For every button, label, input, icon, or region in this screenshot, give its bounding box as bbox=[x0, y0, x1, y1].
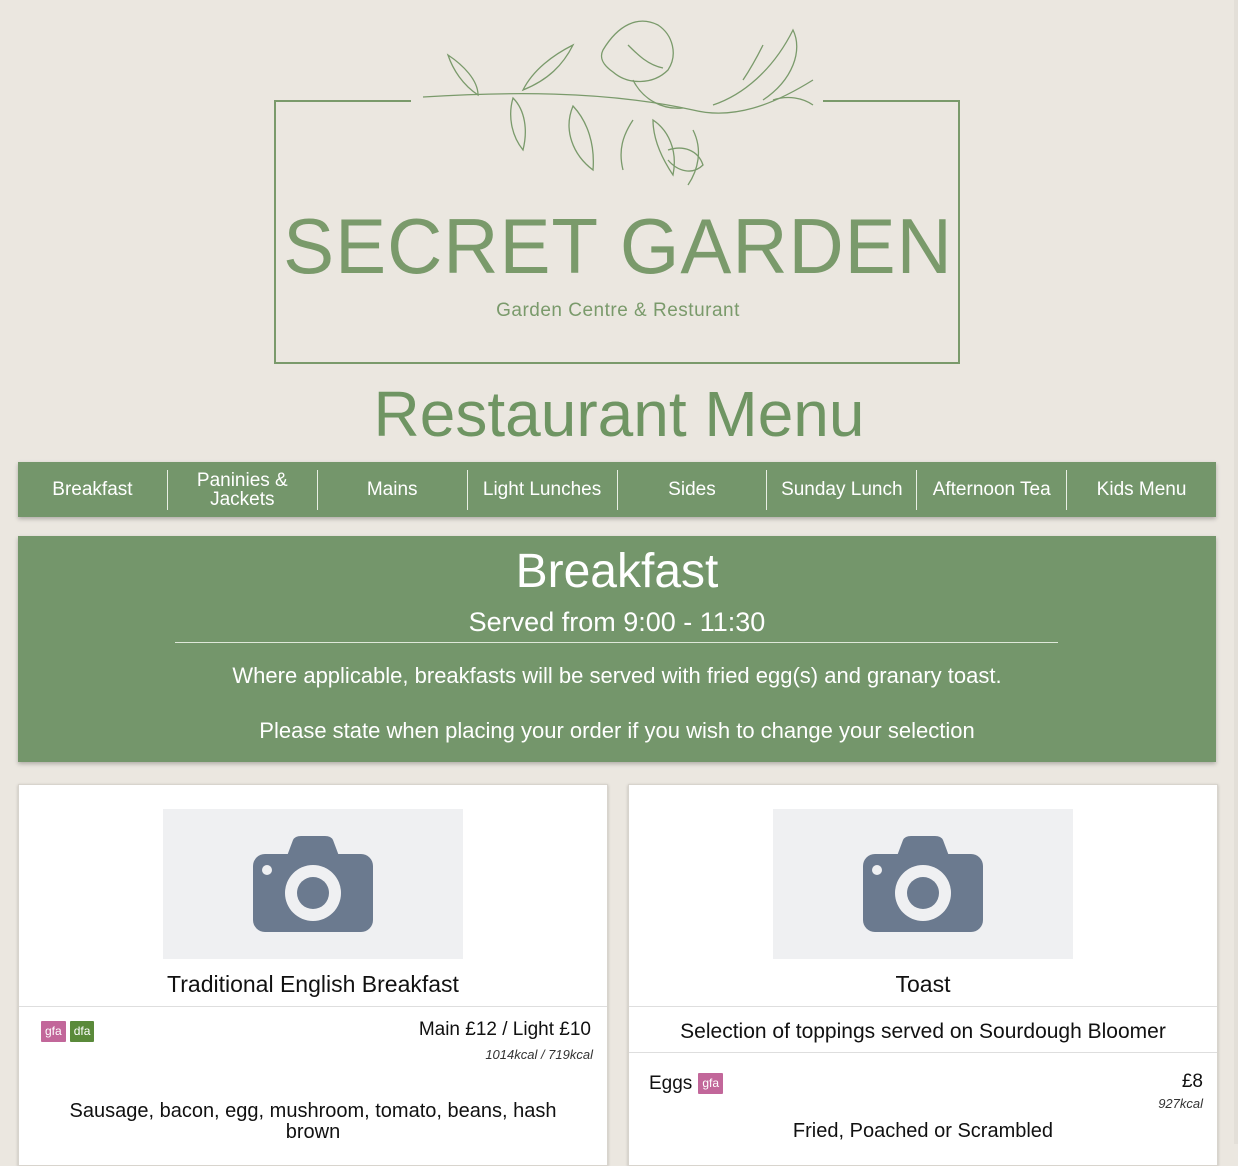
badge-gfa: gfa bbox=[41, 1021, 66, 1042]
camera-icon bbox=[863, 836, 983, 932]
nav-item-sunday-lunch[interactable]: Sunday Lunch bbox=[766, 469, 916, 510]
item-kcal: 1014kcal / 719kcal bbox=[485, 1047, 593, 1062]
divider bbox=[629, 1052, 1217, 1053]
item-description: Sausage, bacon, egg, mushroom, tomato, b… bbox=[69, 1100, 557, 1143]
nav-item-afternoon-tea[interactable]: Afternoon Tea bbox=[916, 469, 1066, 510]
brand-tagline: Garden Centre & Resturant bbox=[496, 300, 740, 321]
brand-logo: SECRET GARDEN Garden Centre & Resturant bbox=[273, 10, 963, 370]
item-subtitle: Selection of toppings served on Sourdoug… bbox=[680, 1020, 1166, 1043]
option-description: Fried, Poached or Scrambled bbox=[792, 1120, 1054, 1142]
page: SECRET GARDEN Garden Centre & Resturant … bbox=[0, 0, 1238, 1166]
divider bbox=[175, 642, 1058, 643]
item-price: Main £12 / Light £10 bbox=[418, 1019, 591, 1040]
page-title: Restaurant Menu bbox=[373, 378, 865, 450]
nav-item-mains[interactable]: Mains bbox=[316, 469, 467, 510]
item-title: Toast bbox=[895, 971, 951, 997]
image-placeholder bbox=[163, 809, 463, 959]
served-times: Served from 9:00 - 11:30 bbox=[468, 607, 766, 637]
image-placeholder bbox=[773, 809, 1073, 959]
category-nav: Breakfast Paninies & Jackets Mains Light… bbox=[18, 462, 1216, 517]
nav-item-label: Paninies & Jackets bbox=[196, 469, 288, 510]
scrollbar-track[interactable] bbox=[1234, 0, 1238, 1144]
nav-item-light-lunches[interactable]: Light Lunches bbox=[466, 469, 617, 510]
section-title: Breakfast bbox=[515, 545, 719, 598]
option-row: Eggs gfa bbox=[649, 1073, 727, 1095]
section-banner: Breakfast Served from 9:00 - 11:30 Where… bbox=[18, 536, 1216, 762]
menu-card: Traditional English Breakfast gfa dfa Mai… bbox=[18, 784, 608, 1166]
badge-gfa: gfa bbox=[698, 1073, 723, 1095]
divider bbox=[19, 1006, 607, 1007]
brand-name: SECRET GARDEN bbox=[283, 202, 953, 290]
section-note: Where applicable, breakfasts will be ser… bbox=[232, 663, 1002, 688]
nav-item-paninies-jackets[interactable]: Paninies & Jackets bbox=[166, 469, 317, 510]
divider bbox=[629, 1006, 1217, 1007]
nav-item-breakfast[interactable]: Breakfast bbox=[18, 470, 167, 510]
camera-icon bbox=[253, 836, 373, 932]
option-name: Eggs bbox=[649, 1073, 693, 1094]
nav-item-kids-menu[interactable]: Kids Menu bbox=[1066, 469, 1216, 510]
section-note: Please state when placing your order if … bbox=[259, 718, 975, 743]
option-kcal: 927kcal bbox=[1158, 1096, 1203, 1111]
item-title: Traditional English Breakfast bbox=[167, 971, 459, 997]
menu-card: Toast Selection of toppings served on So… bbox=[628, 784, 1218, 1166]
badge-dfa: dfa bbox=[69, 1021, 95, 1042]
dietary-badges: gfa dfa bbox=[41, 1021, 98, 1042]
nav-item-sides[interactable]: Sides bbox=[616, 469, 767, 510]
option-price: £8 bbox=[1181, 1071, 1203, 1092]
